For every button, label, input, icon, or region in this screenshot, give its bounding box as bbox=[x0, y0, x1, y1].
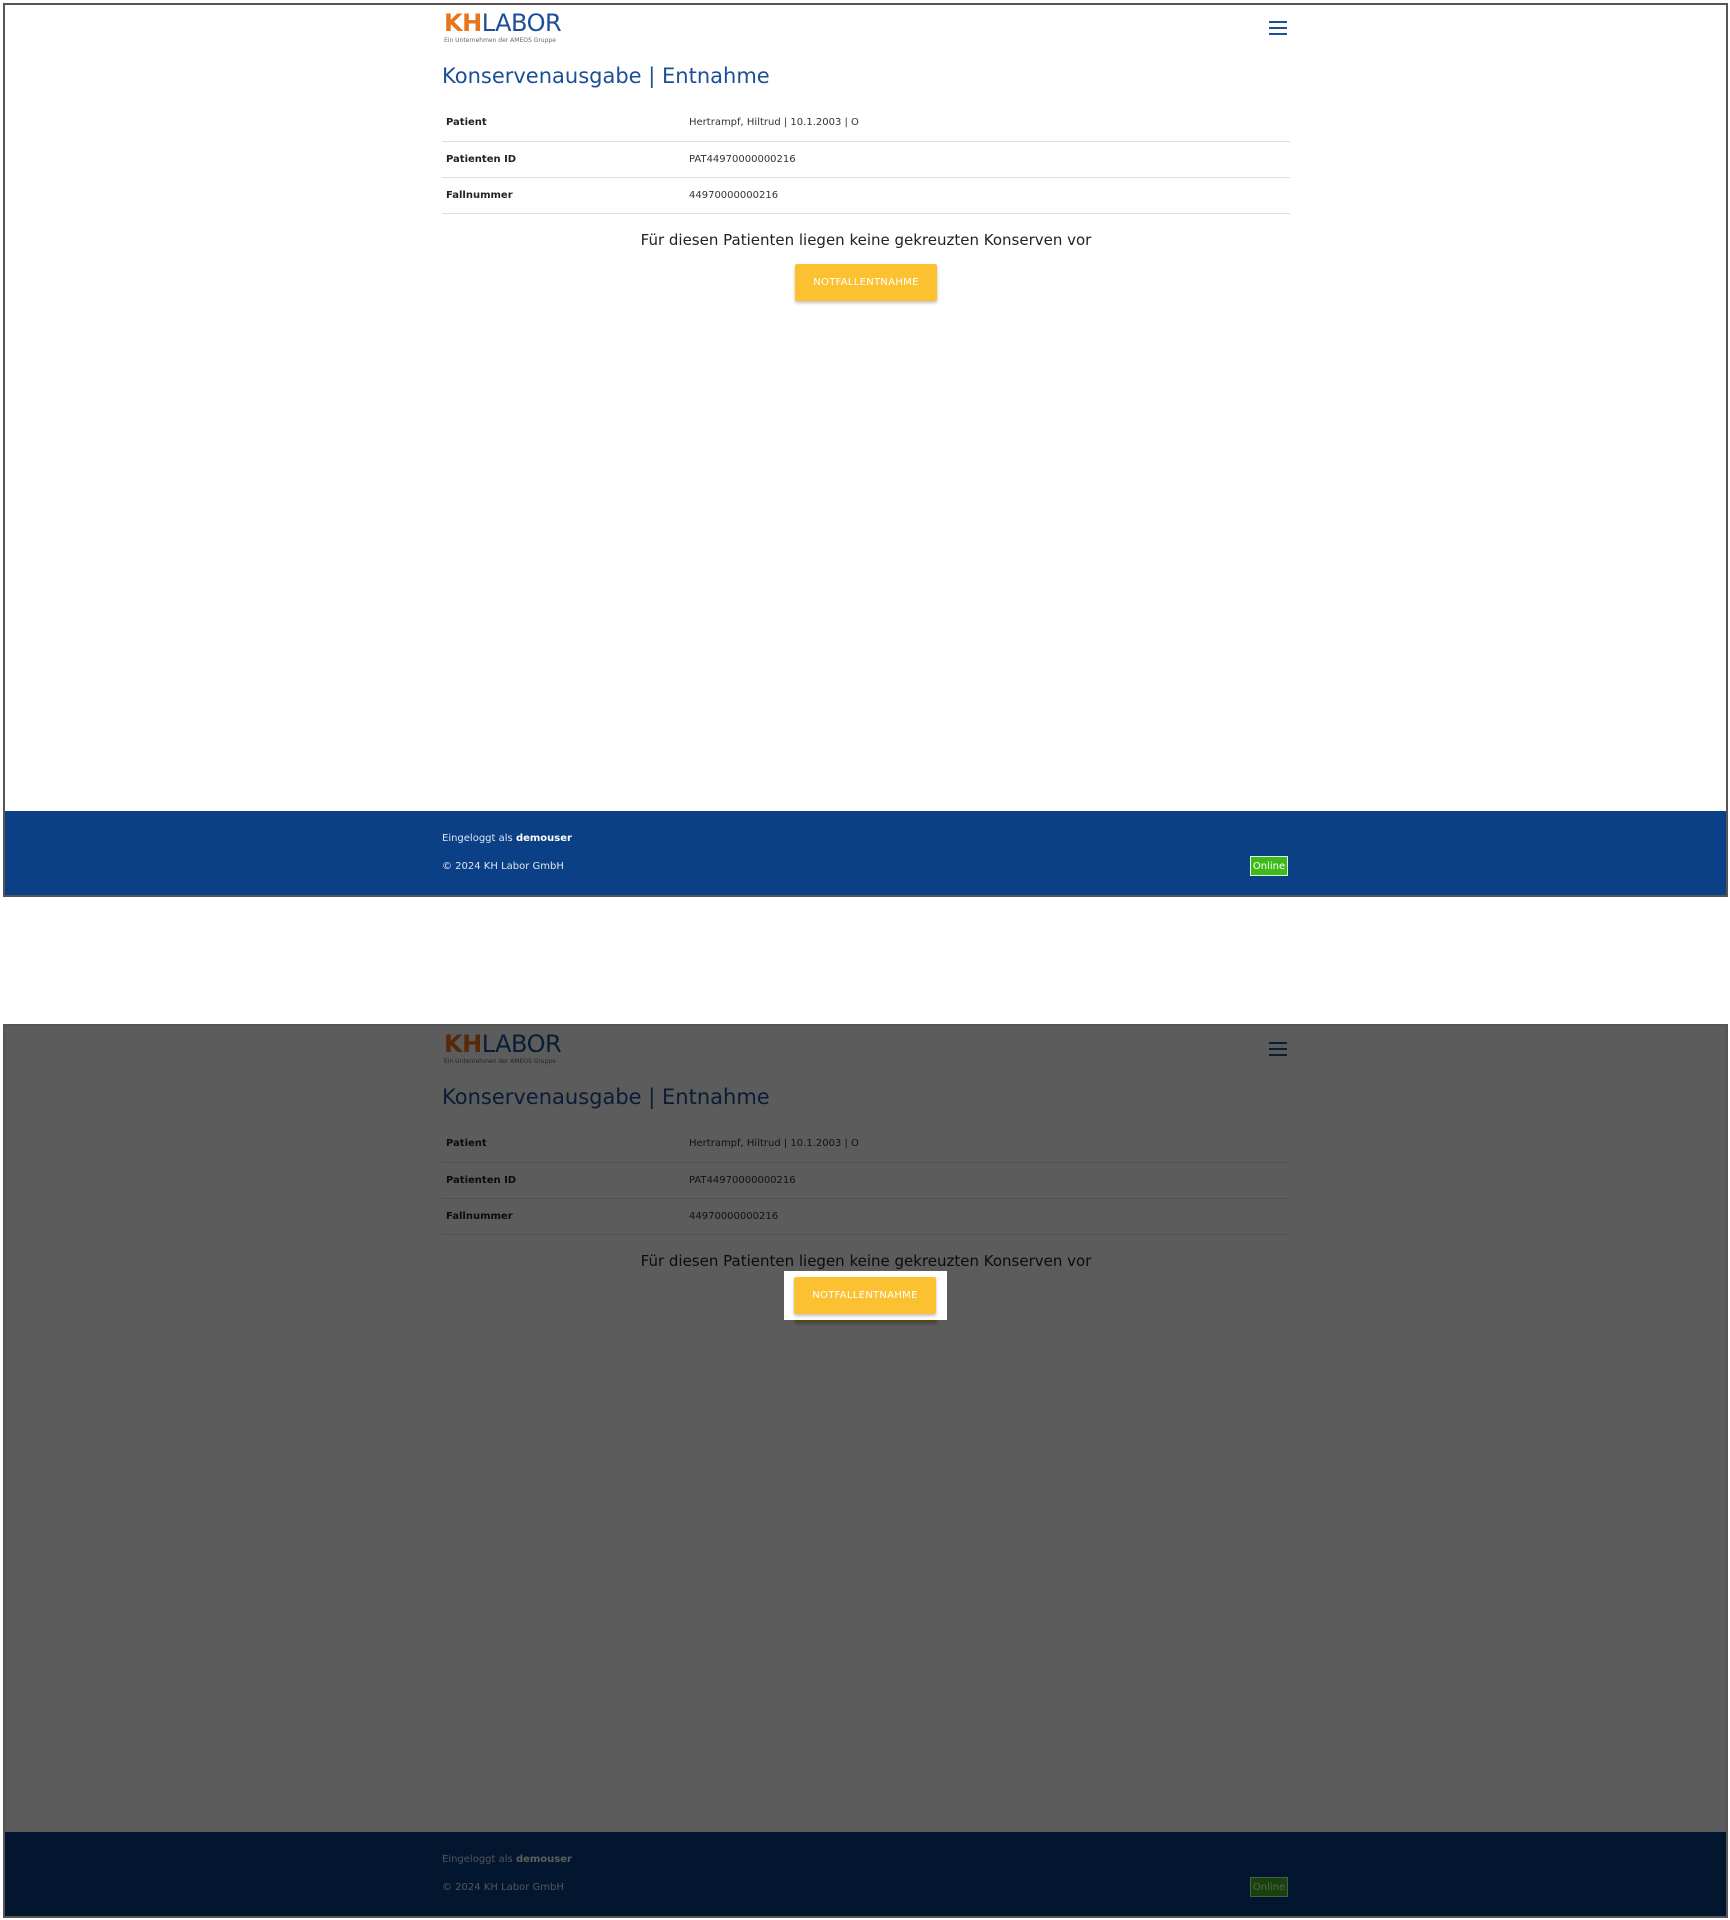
username: demouser bbox=[515, 1854, 572, 1865]
table-row: Patient Hertrampf, Hiltrud | 10.1.2003 |… bbox=[442, 1126, 1290, 1163]
hamburger-menu-icon[interactable] bbox=[1269, 21, 1287, 35]
logo-labor-text: LABOR bbox=[481, 9, 562, 37]
app-window: KHLABOR Ein Unternehmen der AMEOS Gruppe… bbox=[3, 3, 1728, 897]
logo-kh-text: KH bbox=[444, 9, 482, 37]
no-units-notice: Für diesen Patienten liegen keine gekreu… bbox=[640, 1251, 1092, 1270]
emergency-withdrawal-button[interactable]: NOTFALLENTNAHME bbox=[795, 263, 937, 301]
logo-labor-text: LABOR bbox=[481, 1030, 562, 1058]
patient-info-table: Patient Hertrampf, Hiltrud | 10.1.2003 |… bbox=[442, 1126, 1290, 1235]
table-row: Fallnummer 44970000000216 bbox=[442, 1198, 1290, 1235]
copyright: © 2024 KH Labor GmbH bbox=[442, 861, 564, 872]
main-content: KHLABOR Ein Unternehmen der AMEOS Gruppe… bbox=[442, 5, 1290, 301]
page-title: Konservenausgabe | Entnahme bbox=[442, 1085, 770, 1109]
hamburger-menu-icon[interactable] bbox=[1269, 1042, 1287, 1056]
row-label: Fallnummer bbox=[442, 177, 689, 214]
row-value: PAT44970000000216 bbox=[689, 141, 1290, 178]
logged-in-info: Eingeloggt als demouser bbox=[442, 1854, 572, 1865]
row-label: Fallnummer bbox=[442, 1198, 689, 1235]
logo-tagline: Ein Unternehmen der AMEOS Gruppe bbox=[444, 1058, 556, 1065]
copyright: © 2024 KH Labor GmbH bbox=[442, 1882, 564, 1893]
row-value: Hertrampf, Hiltrud | 10.1.2003 | O bbox=[689, 1126, 1290, 1163]
row-label: Patienten ID bbox=[442, 1162, 689, 1199]
page-title: Konservenausgabe | Entnahme bbox=[442, 64, 770, 88]
status-badge: Online bbox=[1250, 1877, 1288, 1897]
emergency-withdrawal-button[interactable]: NOTFALLENTNAHME bbox=[794, 1277, 936, 1314]
row-value: 44970000000216 bbox=[689, 177, 1290, 214]
logo-kh-text: KH bbox=[444, 1030, 482, 1058]
table-row: Fallnummer 44970000000216 bbox=[442, 177, 1290, 214]
table-row: Patienten ID PAT44970000000216 bbox=[442, 141, 1290, 178]
header: KHLABOR Ein Unternehmen der AMEOS Gruppe bbox=[442, 1026, 1290, 1071]
row-label: Patient bbox=[442, 105, 689, 142]
logged-in-prefix: Eingeloggt als bbox=[442, 833, 513, 844]
logged-in-info: Eingeloggt als demouser bbox=[442, 833, 572, 844]
footer: Eingeloggt als demouser © 2024 KH Labor … bbox=[5, 811, 1726, 895]
no-units-notice: Für diesen Patienten liegen keine gekreu… bbox=[640, 230, 1092, 249]
status-badge: Online bbox=[1250, 856, 1288, 876]
patient-info-table: Patient Hertrampf, Hiltrud | 10.1.2003 |… bbox=[442, 105, 1290, 214]
table-row: Patient Hertrampf, Hiltrud | 10.1.2003 |… bbox=[442, 105, 1290, 142]
row-label: Patienten ID bbox=[442, 141, 689, 178]
row-label: Patient bbox=[442, 1126, 689, 1163]
table-row: Patienten ID PAT44970000000216 bbox=[442, 1162, 1290, 1199]
logo-tagline: Ein Unternehmen der AMEOS Gruppe bbox=[444, 37, 556, 44]
row-value: 44970000000216 bbox=[689, 1198, 1290, 1235]
app-window-highlighted: KHLABOR Ein Unternehmen der AMEOS Gruppe… bbox=[3, 1024, 1728, 1918]
row-value: PAT44970000000216 bbox=[689, 1162, 1290, 1199]
username: demouser bbox=[515, 833, 572, 844]
kh-labor-logo[interactable]: KHLABOR Ein Unternehmen der AMEOS Gruppe bbox=[444, 1030, 562, 1068]
header: KHLABOR Ein Unternehmen der AMEOS Gruppe bbox=[442, 5, 1290, 50]
kh-labor-logo[interactable]: KHLABOR Ein Unternehmen der AMEOS Gruppe bbox=[444, 9, 562, 47]
logged-in-prefix: Eingeloggt als bbox=[442, 1854, 513, 1865]
row-value: Hertrampf, Hiltrud | 10.1.2003 | O bbox=[689, 105, 1290, 142]
footer: Eingeloggt als demouser © 2024 KH Labor … bbox=[5, 1832, 1726, 1916]
